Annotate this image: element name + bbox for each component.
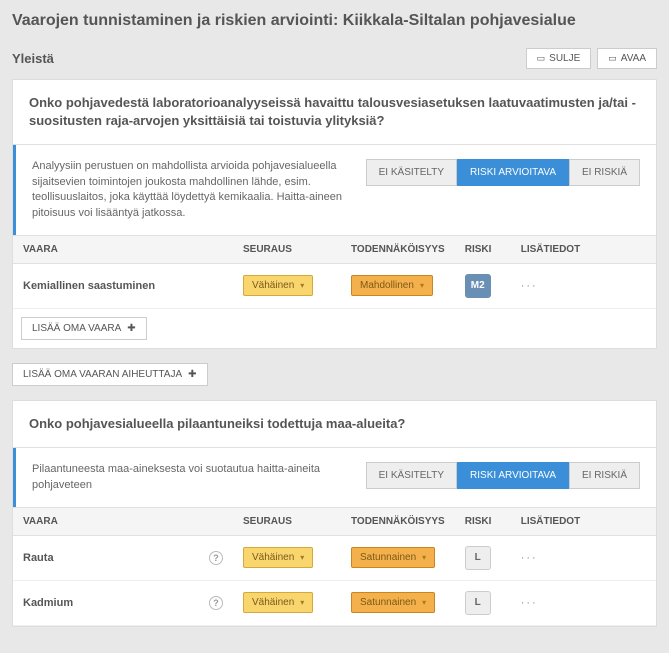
more-icon[interactable]: ··· [521,280,538,292]
page-title: Vaarojen tunnistaminen ja riskien arvioi… [12,12,657,30]
status-no-risk[interactable]: EI RISKIÄ [569,462,640,489]
hazard-name: Kemiallinen saastuminen [23,280,155,292]
chevron-down-icon: ▾ [300,553,304,562]
hazard-name: Rauta [23,552,54,564]
status-not-handled[interactable]: EI KÄSITELTY [366,159,457,186]
question-title: Onko pohjavedestä laboratorioanalyyseiss… [13,80,656,145]
add-own-vaara-button[interactable]: LISÄÄ OMA VAARA ✚ [21,317,147,340]
risk-badge: L [465,546,491,570]
help-text: Analyysiin perustuen on mahdollista arvi… [32,159,354,221]
hazard-table-2: VAARA SEURAUS TODENNÄKÖISYYS RISKI LISÄT… [13,507,656,626]
toden-select[interactable]: Satunnainen ▾ [351,547,435,568]
close-label: SULJE [549,53,580,64]
header-buttons: ▭SULJE ▭AVAA [526,48,657,69]
add-own-vaara-label: LISÄÄ OMA VAARA [32,323,121,334]
seuraus-value: Vähäinen [252,280,294,291]
question-title: Onko pohjavesialueella pilaantuneiksi to… [13,401,656,448]
seuraus-select[interactable]: Vähäinen ▾ [243,592,313,613]
seuraus-value: Vähäinen [252,597,294,608]
help-icon[interactable]: ? [209,551,223,565]
more-icon[interactable]: ··· [521,597,538,609]
table-row: Kemiallinen saastuminenVähäinen▾Mahdolli… [13,263,656,308]
expand-icon: ▭ [608,53,617,64]
status-buttons: EI KÄSITELTY RISKI ARVIOITAVA EI RISKIÄ [366,462,640,489]
status-buttons: EI KÄSITELTY RISKI ARVIOITAVA EI RISKIÄ [366,159,640,186]
collapse-icon: ▭ [537,53,546,64]
risk-badge: M2 [465,274,491,298]
toden-select[interactable]: Mahdollinen ▾ [351,275,433,296]
status-no-risk[interactable]: EI RISKIÄ [569,159,640,186]
help-text: Pilaantuneesta maa-aineksesta voi suotau… [32,462,354,493]
chevron-down-icon: ▾ [300,281,304,290]
header-row: Yleistä ▭SULJE ▭AVAA [12,48,657,69]
col-seuraus: SEURAUS [233,235,341,263]
plus-icon: ✚ [127,323,135,334]
chevron-down-icon: ▾ [422,598,426,607]
help-icon[interactable]: ? [209,596,223,610]
col-riski: RISKI [455,235,511,263]
col-riski: RISKI [455,507,511,535]
hazard-name: Kadmium [23,597,73,609]
question-body: Analyysiin perustuen on mahdollista arvi… [13,145,656,235]
col-toden: TODENNÄKÖISYYS [341,235,455,263]
seuraus-select[interactable]: Vähäinen ▾ [243,275,313,296]
status-risk-assess[interactable]: RISKI ARVIOITAVA [457,462,569,489]
chevron-down-icon: ▾ [422,553,426,562]
chevron-down-icon: ▾ [420,281,424,290]
add-own-aiheuttaja-label: LISÄÄ OMA VAARAN AIHEUTTAJA [23,369,182,380]
chevron-down-icon: ▾ [300,598,304,607]
col-vaara: VAARA [13,507,233,535]
toden-value: Mahdollinen [360,280,414,291]
status-risk-assess[interactable]: RISKI ARVIOITAVA [457,159,569,186]
question-body: Pilaantuneesta maa-aineksesta voi suotau… [13,448,656,507]
col-lisatiedot: LISÄTIEDOT [511,507,656,535]
toden-value: Satunnainen [360,552,416,563]
more-icon[interactable]: ··· [521,552,538,564]
plus-icon: ✚ [188,369,196,380]
toden-select[interactable]: Satunnainen ▾ [351,592,435,613]
col-toden: TODENNÄKÖISYYS [341,507,455,535]
question-card-1: Onko pohjavedestä laboratorioanalyyseiss… [12,79,657,349]
open-label: AVAA [621,53,646,64]
question-card-2: Onko pohjavesialueella pilaantuneiksi to… [12,400,657,627]
toden-value: Satunnainen [360,597,416,608]
hazard-table-1: VAARA SEURAUS TODENNÄKÖISYYS RISKI LISÄT… [13,235,656,309]
seuraus-select[interactable]: Vähäinen ▾ [243,547,313,568]
col-lisatiedot: LISÄTIEDOT [511,235,656,263]
status-not-handled[interactable]: EI KÄSITELTY [366,462,457,489]
table-row: Rauta? Vähäinen ▾ Satunnainen ▾ L ··· [13,535,656,580]
risk-badge: L [465,591,491,615]
seuraus-value: Vähäinen [252,552,294,563]
close-button[interactable]: ▭SULJE [526,48,592,69]
table-row: Kadmium? Vähäinen ▾ Satunnainen ▾ L ··· [13,580,656,625]
add-own-aiheuttaja-button[interactable]: LISÄÄ OMA VAARAN AIHEUTTAJA ✚ [12,363,208,386]
col-vaara: VAARA [13,235,233,263]
col-seuraus: SEURAUS [233,507,341,535]
section-title: Yleistä [12,51,54,66]
open-button[interactable]: ▭ AVAA [597,48,657,69]
